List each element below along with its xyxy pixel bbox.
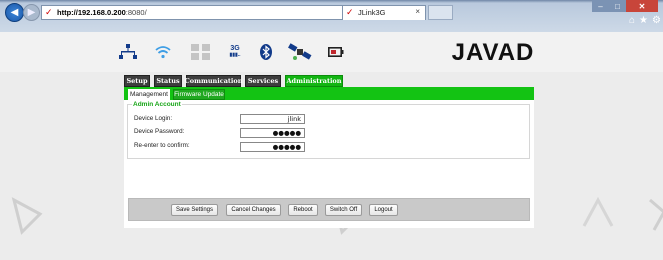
subtab-firmware-update[interactable]: Firmware Update <box>173 89 225 100</box>
watermark-icon <box>649 198 663 231</box>
device-login-input[interactable]: jlink <box>240 114 305 124</box>
tab-services[interactable]: Services <box>245 75 281 87</box>
action-button-bar: Save Settings Cancel Changes Reboot Swit… <box>128 198 530 221</box>
url-host: http://192.168.0.200 <box>57 8 126 17</box>
tab-setup[interactable]: Setup <box>124 75 150 87</box>
battery-icon <box>328 43 344 61</box>
url-rest: :8080/ <box>125 8 147 17</box>
switch-off-button[interactable]: Switch Off <box>325 204 362 216</box>
subtab-management[interactable]: Management <box>128 89 170 100</box>
tab-title: JLink3G <box>358 8 386 17</box>
tab-administration[interactable]: Administration <box>285 75 343 87</box>
3g-bars: ▮▮▮.. <box>229 52 241 58</box>
reboot-button[interactable]: Reboot <box>288 204 318 216</box>
page-body: 3G ▮▮▮.. JAVAD Setup Status Communicatio… <box>0 32 663 260</box>
wifi-icon <box>154 43 172 61</box>
cellular-icon <box>190 43 212 61</box>
satellite-icon <box>285 43 315 61</box>
maximize-icon[interactable]: □ <box>609 0 626 12</box>
save-settings-button[interactable]: Save Settings <box>171 204 218 216</box>
browser-tab[interactable]: ✓ JLink3G × <box>342 5 426 20</box>
browser-chrome: ◀ ▶ ✓ http://192.168.0.200:8080/ ⌕ ▾ ↻ ✓… <box>0 0 663 32</box>
forward-arrow-icon[interactable]: ▶ <box>23 4 40 21</box>
tab-status[interactable]: Status <box>154 75 182 87</box>
device-password-label: Device Password: <box>134 128 185 135</box>
confirm-password-input[interactable]: ●●●●● <box>240 142 305 152</box>
device-password-input[interactable]: ●●●●● <box>240 128 305 138</box>
home-favorites-settings-icons[interactable]: ⌂★⚙ <box>629 15 663 26</box>
network-icon <box>118 43 138 61</box>
watermark-icon <box>11 197 43 235</box>
admin-account-legend: Admin Account <box>132 101 182 108</box>
bluetooth-icon <box>259 43 273 61</box>
device-login-label: Device Login: <box>134 115 173 122</box>
logout-button[interactable]: Logout <box>369 204 398 216</box>
tab-close-icon[interactable]: × <box>415 7 420 16</box>
submenu-bar: Management Firmware Update <box>124 87 534 100</box>
tab-favicon-icon: ✓ <box>346 7 354 17</box>
management-panel: Admin Account Device Login: jlink Device… <box>124 100 534 228</box>
admin-account-fieldset: Admin Account Device Login: jlink Device… <box>127 101 530 159</box>
3g-label: 3G <box>230 45 240 52</box>
main-menu: Setup Status Communication Services Admi… <box>124 75 534 87</box>
close-window-icon[interactable]: ✕ <box>626 0 658 12</box>
device-status-band: 3G ▮▮▮.. JAVAD <box>0 32 663 72</box>
watermark-icon <box>582 196 614 227</box>
javad-favicon-icon: ✓ <box>45 7 53 17</box>
cancel-changes-button[interactable]: Cancel Changes <box>226 204 281 216</box>
address-url: http://192.168.0.200:8080/ <box>57 8 147 17</box>
javad-logo: JAVAD <box>452 39 535 63</box>
new-tab-button[interactable] <box>428 5 453 20</box>
minimize-icon[interactable]: – <box>592 0 609 12</box>
confirm-password-label: Re-enter to confirm: <box>134 142 190 149</box>
tab-communication[interactable]: Communication <box>185 75 242 87</box>
back-arrow-icon[interactable]: ◀ <box>5 3 24 22</box>
3g-signal-icon: 3G ▮▮▮.. <box>225 43 245 61</box>
javad-logo-text: JAVAD <box>452 39 535 63</box>
